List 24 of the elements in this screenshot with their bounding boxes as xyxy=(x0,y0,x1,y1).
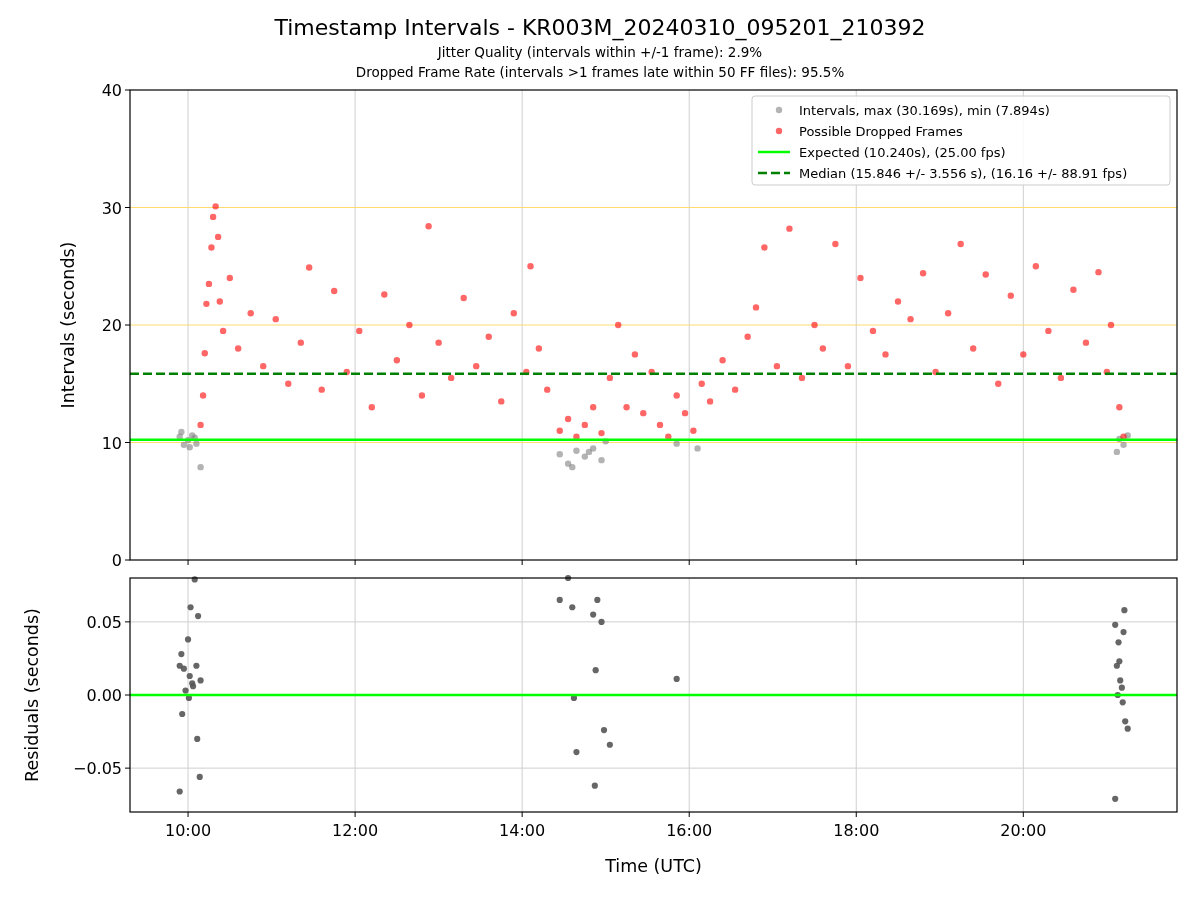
axis-label: Residuals (seconds) xyxy=(22,608,42,782)
y-tick-label: 20 xyxy=(101,316,122,335)
y-tick-label: −0.05 xyxy=(72,759,122,779)
x-tick-label: 18:00 xyxy=(833,821,880,840)
y-tick-label: 0 xyxy=(111,551,122,570)
legend-label: Median (15.846 +/- 3.556 s), (16.16 +/- 88.91 fps) xyxy=(799,166,1128,181)
y-tick-label: 30 xyxy=(101,198,122,218)
chart-subtitle: Jitter Quality (intervals within +/-1 frame): 2.9% xyxy=(437,43,763,62)
y-tick-label: 0.05 xyxy=(86,612,122,632)
chart-title: Timestamp Intervals - KR003M_20240310_095201_210392 xyxy=(274,14,926,42)
legend-label: Intervals, max (30.169s), min (7.894s) xyxy=(799,103,1050,118)
y-tick-label: 0.00 xyxy=(86,686,122,705)
legend-label: Expected (10.240s), (25.00 fps) xyxy=(799,145,1006,160)
chart-subtitle: Dropped Frame Rate (intervals >1 frames late within 50 FF files): 95.5% xyxy=(355,63,845,82)
x-tick-label: 12:00 xyxy=(332,821,379,840)
x-tick-label: 16:00 xyxy=(666,821,713,840)
x-tick-label: 14:00 xyxy=(499,821,546,840)
y-tick-label: 10 xyxy=(101,433,122,453)
axis-label: Intervals (seconds) xyxy=(58,241,78,409)
y-tick-label: 40 xyxy=(101,81,122,100)
x-tick-label: 20:00 xyxy=(1000,821,1047,840)
axis-label: Time (UTC) xyxy=(605,856,702,876)
legend-label: Possible Dropped Frames xyxy=(799,124,963,139)
x-tick-label: 10:00 xyxy=(165,821,212,840)
